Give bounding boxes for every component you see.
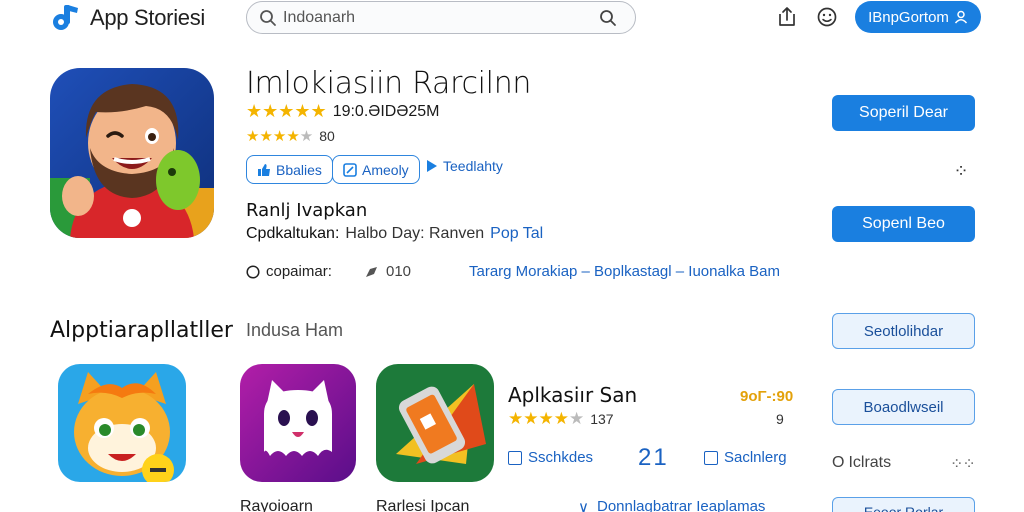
featured-subheading: Ranlj Ivapkan [246, 200, 368, 221]
star-rating-icon: ★★★★★ [246, 128, 314, 145]
grid-menu-icon[interactable]: ⁘⁘ [950, 454, 976, 474]
search-submit-icon[interactable] [599, 9, 617, 27]
more-link[interactable]: ∨ Donnlagbatrar Ieaplamas [578, 498, 765, 512]
bottom-outline-button[interactable]: Eeoor Rorlar [832, 497, 975, 512]
chevron-down-icon: ∨ [578, 499, 589, 512]
details-value: Halbo Day: Ranven [345, 225, 485, 242]
checkbox-icon [508, 450, 522, 465]
price-label: 9oΓ-:90 [740, 388, 794, 405]
comment-icon [366, 266, 377, 277]
featured-details: Cpdkaltukan: Halbo Day: Ranven Pop Tal [246, 225, 543, 243]
meta-count-text: 010 [386, 263, 412, 280]
share-icon[interactable] [776, 6, 798, 28]
search-input[interactable] [283, 7, 583, 29]
chip-link-label: Teedlahty [443, 158, 503, 174]
signin-button[interactable]: IBnpGortom [855, 1, 981, 33]
search-bar[interactable] [246, 1, 636, 34]
more-link-label: Donnlagbatrar Ieaplamas [596, 498, 766, 512]
play-icon [427, 160, 437, 172]
app-icon-phone[interactable] [376, 364, 494, 482]
chip-label: Bbalies [276, 161, 322, 178]
featured-app-title: Imlokiasiin Rarcilnn [246, 66, 532, 101]
list-counter: 21 [638, 444, 669, 471]
action-label: Sschkdes [528, 449, 594, 466]
details-label: Cpdkaltukan: [246, 225, 340, 242]
signin-label: IBnpGortom [868, 8, 949, 26]
chip-link[interactable]: Teedlahty [426, 158, 503, 174]
app-icon-cat[interactable] [58, 364, 186, 482]
list-action-schedule[interactable]: Sschkdes [508, 449, 593, 466]
tickets-text: Iclrats [848, 454, 892, 471]
thumbs-up-icon [258, 163, 270, 176]
featured-app-icon[interactable] [50, 68, 214, 238]
section-subtitle: Indusa Ham [246, 320, 344, 340]
app-name: Rayoioarn [240, 498, 313, 512]
account-icon[interactable] [816, 6, 838, 28]
chip-tag[interactable]: Ameoly [332, 155, 420, 184]
list-rating: ★★★★★ 137 [508, 409, 614, 429]
rating-primary-text: 19:0.ƏIDƏ25M [332, 102, 440, 120]
cartoon-cat-artwork [58, 364, 186, 482]
checkbox-icon [704, 450, 718, 465]
game-character-artwork [50, 68, 214, 238]
brand-name: App Storiesi [90, 5, 206, 30]
app-name: Rarlesi Ipcan [376, 498, 470, 512]
user-icon [954, 10, 968, 24]
list-outline-button[interactable]: Boaodlwseil [832, 389, 975, 425]
price-count: 9 [776, 411, 784, 427]
chip-category[interactable]: Bbalies [246, 155, 333, 184]
tickets-label: O Iclrats [832, 454, 891, 472]
meta-compare: copaimar: [246, 263, 332, 280]
meta-label: copaimar: [266, 263, 332, 280]
list-rating-count: 137 [590, 411, 614, 427]
meta-count: 010 [364, 263, 411, 280]
featured-rating-secondary: ★★★★★ 80 [246, 127, 335, 145]
list-action-settings[interactable]: Saclnlerg [704, 449, 787, 466]
primary-action-button[interactable]: Soperil Dear [832, 95, 975, 131]
edit-icon [343, 162, 357, 177]
star-rating-icon: ★★★★★ [508, 409, 585, 428]
tickets-circle-icon: O [832, 454, 845, 471]
ghost-cat-artwork [240, 364, 356, 482]
rating-secondary-text: 80 [319, 128, 335, 144]
chip-label: Ameoly [362, 161, 409, 178]
clock-icon [246, 264, 260, 279]
category-breadcrumb[interactable]: Tararg Morakiap – Boplkastagl – Iuonalka… [469, 263, 780, 280]
section-see-all-button[interactable]: Seotlolihdar [832, 313, 975, 349]
secondary-action-button[interactable]: Sopenl Beo [832, 206, 975, 242]
section-title: Alpptiarapllatller [50, 318, 233, 343]
search-icon [260, 10, 276, 26]
featured-rating-primary: ★★★★★ 19:0.ƏIDƏ25M [246, 101, 439, 122]
phone-artwork [376, 364, 494, 482]
action-label: Saclnlerg [724, 449, 787, 466]
star-rating-icon: ★★★★★ [246, 101, 327, 121]
list-app-title: Aplkasiır San [508, 383, 638, 407]
app-store-logo-icon[interactable] [50, 2, 82, 32]
more-options-icon[interactable]: ⁘ [950, 160, 972, 182]
app-icon-ghost[interactable] [240, 364, 356, 482]
details-link[interactable]: Pop Tal [490, 225, 543, 243]
